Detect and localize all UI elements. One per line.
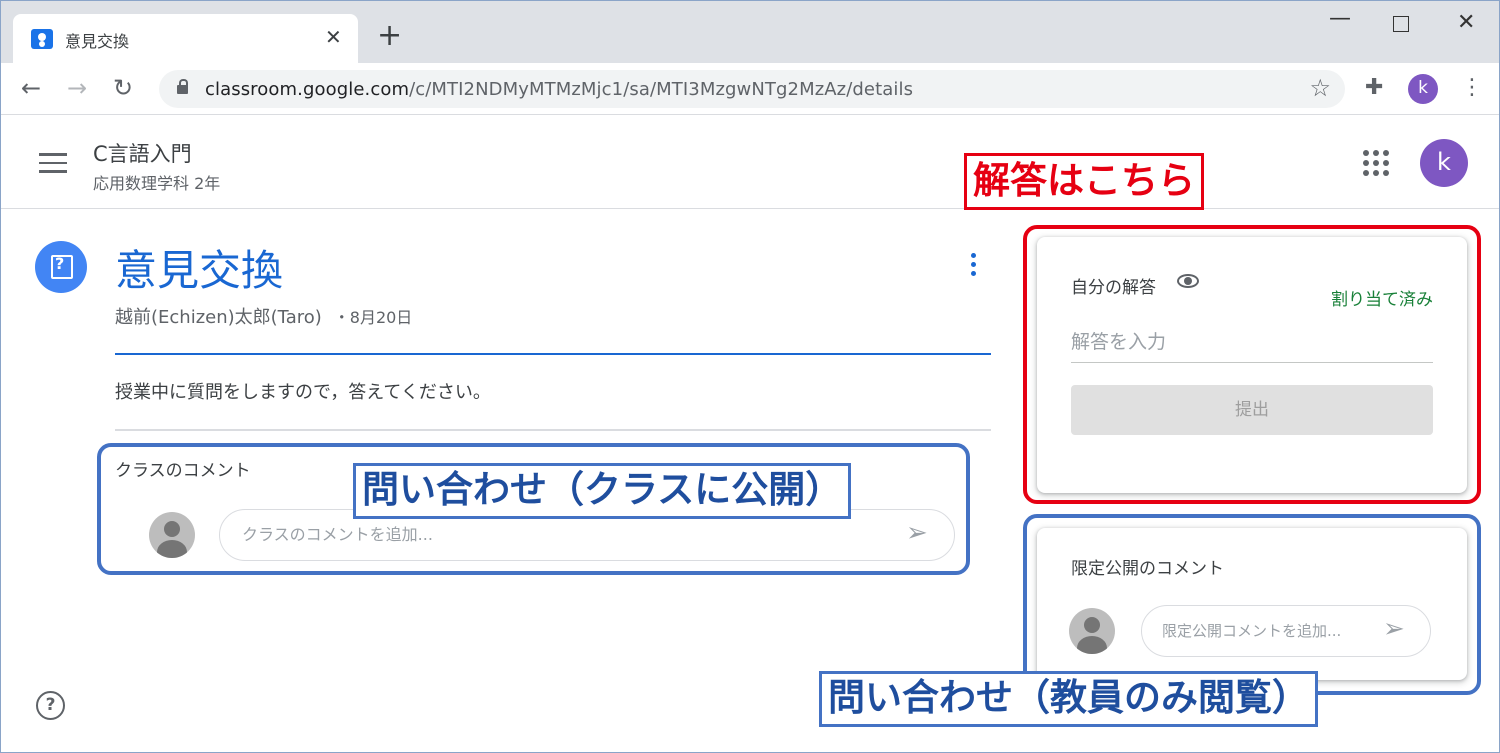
classroom-header: C言語入門 応用数理学科 2年 k xyxy=(1,116,1499,209)
answer-highlight-box xyxy=(1023,225,1481,504)
title-divider xyxy=(115,353,991,355)
account-avatar[interactable]: k xyxy=(1420,139,1468,187)
extensions-puzzle-icon[interactable]: ✚ xyxy=(1365,75,1383,100)
window-close-icon[interactable]: ✕ xyxy=(1457,11,1475,35)
question-icon xyxy=(35,241,87,293)
post-title: 意見交換 xyxy=(115,246,284,295)
url-domain: classroom.google.com xyxy=(205,79,410,100)
answer-here-callout: 解答はこちら xyxy=(964,153,1204,210)
post-author: 越前(Echizen)太郎(Taro) xyxy=(115,307,322,328)
minimize-icon[interactable]: — xyxy=(1329,7,1351,31)
back-arrow-icon[interactable]: ← xyxy=(21,73,41,103)
post-date: ・8月20日 xyxy=(333,308,413,327)
google-apps-icon[interactable] xyxy=(1363,150,1389,176)
tab-title: 意見交換 xyxy=(65,32,130,51)
private-inquiry-callout: 問い合わせ（教員のみ閲覧） xyxy=(819,671,1318,727)
post-meta: 越前(Echizen)太郎(Taro) ・8月20日 xyxy=(115,303,412,329)
new-tab-icon[interactable]: + xyxy=(377,21,402,51)
browser-toolbar: ← → ↻ classroom.google.com/c/MTI2NDMyMTM… xyxy=(1,63,1499,115)
hamburger-menu-icon[interactable] xyxy=(39,153,67,173)
active-tab[interactable]: 意見交換 ✕ xyxy=(13,14,358,63)
course-title[interactable]: C言語入門 xyxy=(93,138,192,168)
lock-icon xyxy=(177,79,188,94)
tab-strip: 意見交換 ✕ + — ✕ xyxy=(1,1,1499,63)
class-inquiry-callout: 問い合わせ（クラスに公開） xyxy=(353,463,852,519)
url-path: /c/MTI2NDMyMTMzMjc1/sa/MTI3MzgwNTg2MzAz/… xyxy=(409,79,914,100)
maximize-icon[interactable] xyxy=(1393,16,1409,32)
help-icon[interactable]: ? xyxy=(36,691,65,720)
post-body: 授業中に質問をしますので，答えてください。 xyxy=(115,382,491,403)
address-bar[interactable]: classroom.google.com/c/MTI2NDMyMTMzMjc1/… xyxy=(159,70,1345,108)
body-divider xyxy=(115,429,991,431)
private-comment-highlight-box xyxy=(1023,514,1481,695)
browser-window: 意見交換 ✕ + — ✕ ← → ↻ classroom.google.com/… xyxy=(0,0,1500,753)
classroom-favicon-icon xyxy=(31,29,53,49)
reload-icon[interactable]: ↻ xyxy=(113,73,133,103)
url-text: classroom.google.com/c/MTI2NDMyMTMzMjc1/… xyxy=(205,79,913,100)
browser-menu-icon[interactable]: ⋮ xyxy=(1461,73,1483,103)
browser-profile-avatar[interactable]: k xyxy=(1408,74,1438,104)
bookmark-star-icon[interactable]: ☆ xyxy=(1309,74,1331,102)
course-subtitle: 応用数理学科 2年 xyxy=(93,174,221,193)
forward-arrow-icon[interactable]: → xyxy=(67,73,87,103)
post-more-options-icon[interactable] xyxy=(963,253,983,281)
tab-close-icon[interactable]: ✕ xyxy=(325,25,342,49)
